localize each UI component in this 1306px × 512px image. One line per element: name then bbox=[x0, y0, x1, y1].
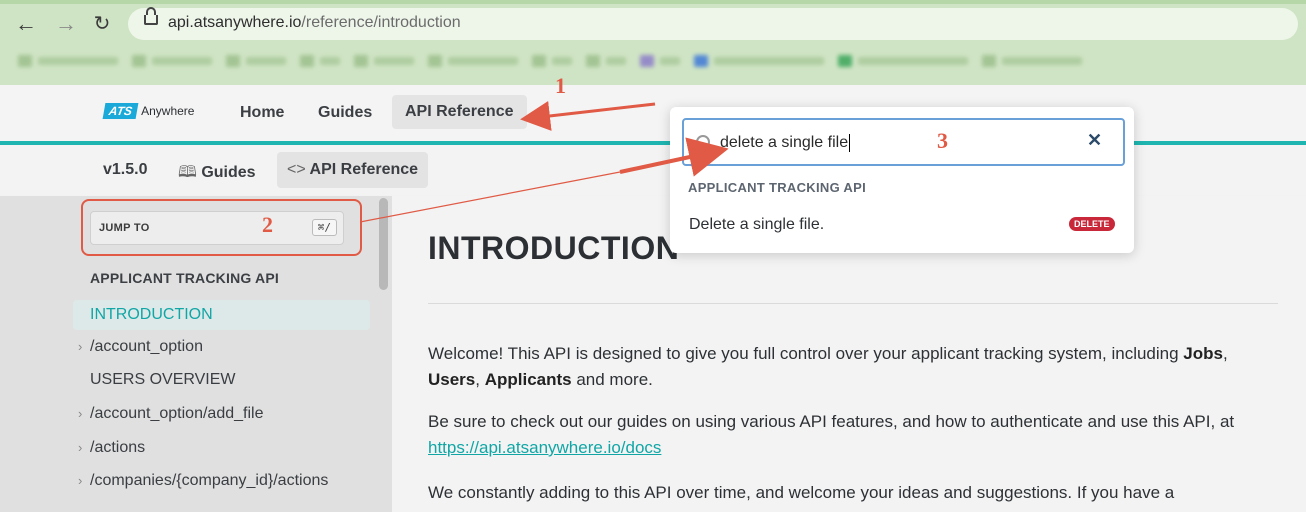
bookmark-folder[interactable] bbox=[694, 52, 824, 70]
p1-comma: , bbox=[1222, 344, 1228, 363]
bookmark-folder[interactable] bbox=[838, 52, 968, 70]
subnav-api-reference-label: API Reference bbox=[309, 161, 419, 178]
code-icon: <> bbox=[287, 161, 306, 178]
nav-home[interactable]: Home bbox=[240, 104, 284, 122]
url-text[interactable]: api.atsanywhere.io/reference/introductio… bbox=[168, 14, 461, 32]
book-icon: 🕮 bbox=[178, 164, 197, 181]
method-badge: DELETE bbox=[1069, 217, 1115, 231]
bookmark-folder[interactable] bbox=[586, 52, 626, 70]
folder-icon bbox=[226, 55, 240, 67]
guides-paragraph: Be sure to check out our guides on using… bbox=[428, 409, 1288, 461]
p2-text: Be sure to check out our guides on using… bbox=[428, 412, 1235, 431]
p1-text-e: and more. bbox=[571, 370, 653, 389]
p1-bold-jobs: Jobs bbox=[1183, 344, 1223, 363]
url-path: /reference/introduction bbox=[301, 14, 461, 31]
sidebar-item-users-overview[interactable]: USERS OVERVIEW bbox=[90, 371, 236, 389]
intro-paragraph: Welcome! This API is designed to give yo… bbox=[428, 341, 1288, 393]
chevron-right-icon[interactable]: › bbox=[78, 339, 82, 354]
folder-icon bbox=[300, 55, 314, 67]
folder-icon bbox=[982, 55, 996, 67]
site-logo[interactable]: ATS Anywhere bbox=[102, 103, 195, 119]
close-icon[interactable]: ✕ bbox=[1087, 130, 1102, 151]
sidebar-scrollbar[interactable] bbox=[379, 198, 388, 290]
arrow-left-icon[interactable]: ← bbox=[12, 10, 40, 38]
folder-icon bbox=[18, 55, 32, 67]
search-result-category: APPLICANT TRACKING API bbox=[688, 180, 867, 195]
p1-bold-users: Users bbox=[428, 370, 476, 389]
bookmark-folder[interactable] bbox=[132, 52, 212, 70]
subnav-guides-label: Guides bbox=[201, 164, 256, 181]
version-label[interactable]: v1.5.0 bbox=[103, 161, 147, 179]
text-cursor bbox=[849, 134, 851, 152]
p1-bold-applicants: Applicants bbox=[484, 370, 572, 389]
nav-api-reference[interactable]: API Reference bbox=[392, 95, 527, 129]
search-query[interactable]: delete a single file bbox=[720, 134, 851, 152]
bookmark-folder[interactable] bbox=[18, 52, 118, 70]
subnav-api-reference[interactable]: <> API Reference bbox=[277, 152, 429, 188]
reload-icon[interactable]: ↻ bbox=[88, 10, 116, 38]
folder-icon bbox=[354, 55, 368, 67]
bookmark-folder[interactable] bbox=[354, 52, 414, 70]
logo-suffix: Anywhere bbox=[141, 104, 195, 118]
bookmark-folder[interactable] bbox=[226, 52, 286, 70]
bookmark-folder[interactable] bbox=[982, 52, 1082, 70]
annotation-number-3: 3 bbox=[937, 128, 948, 153]
folder-icon bbox=[132, 55, 146, 67]
sidebar-item-company-actions[interactable]: /companies/{company_id}/actions bbox=[90, 472, 328, 490]
sidebar-item-add-file[interactable]: /account_option/add_file bbox=[90, 405, 263, 423]
folder-icon bbox=[586, 55, 600, 67]
docs-link[interactable]: https://api.atsanywhere.io/docs bbox=[428, 438, 661, 457]
feedback-paragraph: We constantly adding to this API over ti… bbox=[428, 483, 1175, 502]
p1-sep: , bbox=[475, 370, 485, 389]
sidebar-item-account-option[interactable]: /account_option bbox=[90, 338, 203, 356]
annotation-number-1: 1 bbox=[555, 73, 566, 98]
app-icon bbox=[640, 55, 654, 67]
search-query-text: delete a single file bbox=[720, 134, 849, 152]
chevron-right-icon[interactable]: › bbox=[78, 473, 82, 488]
sidebar-item-introduction[interactable]: INTRODUCTION bbox=[73, 300, 370, 330]
arrow-right-icon[interactable]: → bbox=[52, 10, 80, 38]
nav-guides[interactable]: Guides bbox=[318, 104, 372, 122]
bookmark-folder[interactable] bbox=[640, 52, 680, 70]
folder-icon bbox=[428, 55, 442, 67]
tab-strip bbox=[0, 0, 1306, 4]
bookmark-folder[interactable] bbox=[428, 52, 518, 70]
annotation-box-jump-to bbox=[81, 199, 362, 256]
bookmark-folder[interactable] bbox=[532, 52, 572, 70]
chevron-right-icon[interactable]: › bbox=[78, 406, 82, 421]
subnav-guides[interactable]: 🕮 Guides bbox=[178, 161, 256, 188]
app-icon bbox=[694, 55, 708, 67]
title-divider bbox=[428, 303, 1278, 304]
bookmarks-bar-blurred bbox=[18, 52, 1082, 70]
p1-text-a: Welcome! This API is designed to give yo… bbox=[428, 344, 1184, 363]
page-title: INTRODUCTION bbox=[428, 230, 680, 266]
lock-icon bbox=[144, 7, 158, 25]
url-host: api.atsanywhere.io bbox=[168, 14, 302, 31]
sidebar-item-actions[interactable]: /actions bbox=[90, 439, 145, 457]
search-result-item[interactable]: Delete a single file. bbox=[689, 216, 824, 234]
folder-icon bbox=[532, 55, 546, 67]
bookmark-folder[interactable] bbox=[300, 52, 340, 70]
search-icon bbox=[696, 135, 710, 149]
app-icon bbox=[838, 55, 852, 67]
sidebar-section-title: APPLICANT TRACKING API bbox=[90, 270, 279, 286]
annotation-number-2: 2 bbox=[262, 212, 273, 237]
logo-brand: ATS bbox=[102, 103, 139, 119]
chevron-right-icon[interactable]: › bbox=[78, 440, 82, 455]
